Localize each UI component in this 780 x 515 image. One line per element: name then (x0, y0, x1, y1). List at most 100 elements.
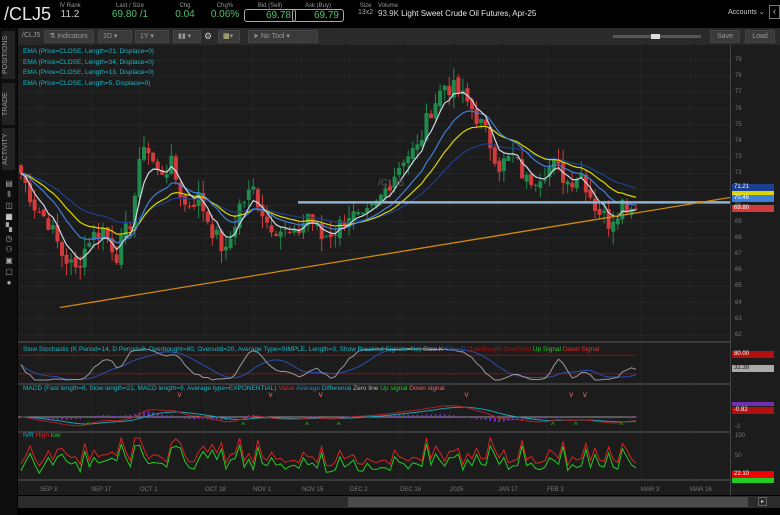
candle (251, 186, 256, 190)
bid-button[interactable]: 69.78 (244, 9, 296, 22)
candle (506, 155, 511, 162)
date-tick: 2025 (450, 487, 464, 493)
candle (333, 234, 338, 236)
candle (155, 161, 160, 170)
watermark: /CLJ5 (378, 178, 405, 189)
help-icon[interactable]: ● (4, 277, 14, 288)
zoom-slider-thumb[interactable] (651, 34, 660, 39)
candle (60, 242, 64, 256)
clock-icon[interactable]: ◷ (4, 233, 14, 244)
candle (593, 198, 597, 211)
ema34-line (20, 143, 637, 224)
candle (114, 254, 119, 263)
tab-activity[interactable]: ACTIVITY (2, 128, 15, 170)
date-tick: NOV 15 (302, 487, 324, 493)
candle (369, 203, 374, 206)
chart-type-select[interactable]: ▮▮ ▾ (173, 30, 201, 43)
candle (410, 148, 415, 159)
candle (524, 174, 529, 182)
price-tick: 77 (735, 89, 742, 96)
palette-icon: ▩ (223, 33, 230, 40)
date-tick: SEP 17 (91, 487, 112, 493)
macd-diff-tag (732, 402, 774, 406)
macd-value-label: Value (278, 385, 295, 392)
drawing-tool-select[interactable]: ➤ No Tool ▾ (248, 30, 318, 43)
candle (192, 204, 197, 207)
date-tick: OCT 18 (205, 487, 227, 493)
chart-icon[interactable]: ▦ (4, 211, 14, 222)
symbol[interactable]: /CLJ5 (4, 4, 51, 25)
grid-icon[interactable]: ▚ (4, 222, 14, 233)
chart-scrollbar[interactable]: ▸ (18, 496, 780, 508)
save-button[interactable]: Save (710, 30, 740, 43)
ivr-high-label: High (35, 432, 50, 439)
indicators-button[interactable]: ⚗ Indicators (44, 30, 94, 43)
stoch-title: Slow Stochastic (K Period=14, D Period=9… (23, 346, 422, 353)
candle (415, 144, 420, 150)
range-select[interactable]: 1Y ▾ (135, 30, 169, 43)
candle (356, 212, 361, 215)
candle (538, 181, 543, 188)
tab-trade[interactable]: TRADE (2, 83, 15, 125)
macd-down-label: Down signal (409, 385, 445, 392)
macd-avg-label: Average (295, 385, 321, 392)
ask-button[interactable]: 69.79 (292, 9, 344, 22)
candle (119, 234, 124, 265)
macd-value-line (20, 405, 637, 427)
candle (37, 212, 42, 214)
candle (611, 221, 616, 232)
date-tick: DEC 16 (400, 487, 422, 493)
zoom-slider[interactable] (613, 34, 701, 39)
people-icon[interactable]: ⚇ (4, 244, 14, 255)
ema13-tag: 70.46 (732, 195, 774, 202)
stoch-down-label: Down Signal (562, 346, 600, 353)
chart-area[interactable]: ^ v ^ v ^ v ^ v ^ v ^ v ^ SEP 3 SEP 17 OCT 1 OCT 18 NOV 1… (18, 45, 730, 495)
news-icon[interactable]: ▣ (4, 255, 14, 266)
candle (565, 181, 570, 185)
date-tick: NOV 1 (253, 487, 272, 493)
ivr-low-label: low (50, 432, 61, 439)
macd-title: MACD (Fast length=8, Slow length=21, MAC… (23, 385, 277, 392)
stoch-legend: Slow Stochastic (K Period=14, D Period=9… (23, 346, 599, 353)
macd-up-signal: ^ (551, 421, 555, 430)
candle (360, 212, 365, 214)
scrollbar-thumb[interactable] (348, 497, 748, 507)
last-price: 69.80 /1 (111, 9, 149, 20)
scroll-right-button[interactable]: ▸ (758, 497, 767, 506)
accounts-dropdown[interactable]: Accounts ⌄ (728, 8, 765, 16)
macd-down-signal: v (583, 390, 587, 399)
price-axis[interactable]: 6263646566676869707172737475767778792-21… (730, 45, 780, 495)
candle (69, 259, 74, 263)
candle (597, 208, 602, 215)
stoch-d-label: Slow D (444, 346, 466, 353)
tab-positions[interactable]: POSITIONS (2, 31, 15, 79)
calendar-icon[interactable]: ▢ (4, 266, 14, 277)
candle (164, 174, 169, 178)
candle (146, 147, 151, 154)
load-button[interactable]: Load (745, 30, 775, 43)
interval-select[interactable]: 1D ▾ (98, 30, 132, 43)
collapse-button[interactable]: ‹ (769, 5, 780, 19)
cursor-icon: ➤ (253, 33, 259, 40)
candle (287, 231, 292, 233)
candle (456, 77, 461, 94)
gear-icon[interactable]: ⚙ (204, 31, 212, 42)
chart-svg[interactable]: ^v^v^v^v^v^v^SEP 3 SEP 17 OCT 1 OCT 18 NOV 1… (18, 45, 730, 495)
candle (78, 265, 83, 268)
price-tick: 73 (735, 154, 742, 161)
price-tick: 78 (735, 73, 742, 80)
ivr-tick: 50 (735, 453, 742, 459)
watchlist-icon[interactable]: ▤ (4, 178, 14, 189)
macd-up-signal: ^ (337, 421, 341, 430)
candle (433, 103, 438, 119)
interval-value: 1D (103, 33, 112, 40)
candle (438, 90, 443, 107)
candle (41, 209, 46, 217)
range-value: 1Y (140, 33, 149, 40)
date-tick: FEB 3 (547, 487, 564, 493)
stoch-up-label: Up Signal (532, 346, 561, 353)
style-select[interactable]: ▩▾ (218, 30, 240, 43)
trade-icon[interactable]: ◫ (4, 200, 14, 211)
quote-header: /CLJ5 IV Rank 11.2 Last / Size 69.80 /1 Ch… (0, 0, 780, 27)
ladder-icon[interactable]: ⦀ (4, 189, 14, 200)
